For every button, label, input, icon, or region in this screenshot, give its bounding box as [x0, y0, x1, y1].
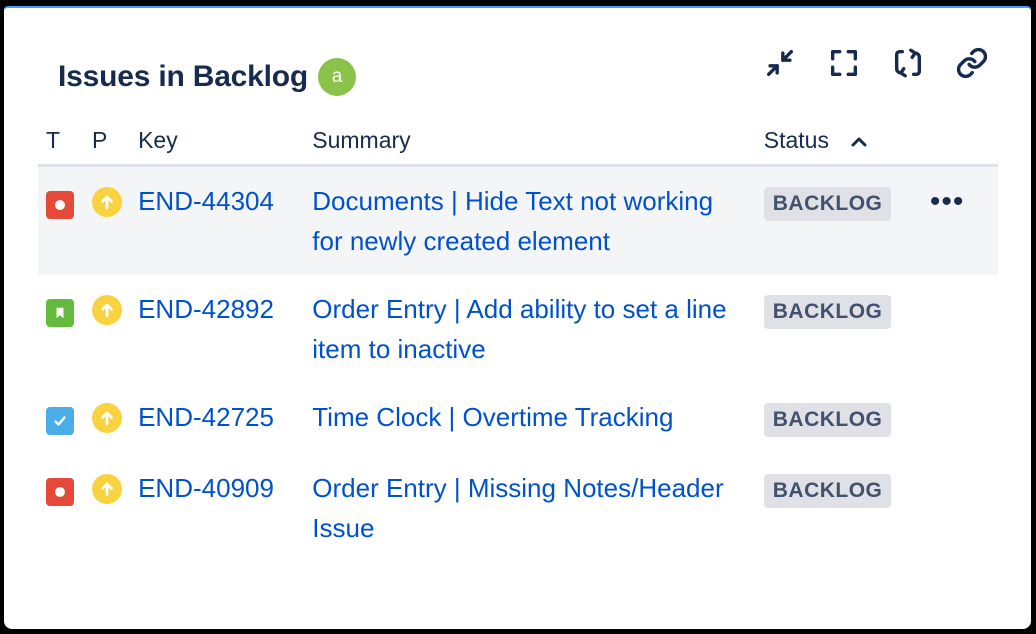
issue-type-cell [38, 383, 84, 454]
column-header-status[interactable]: Status [755, 116, 922, 167]
priority-cell [84, 165, 131, 275]
gadget-header: Issues in Backlog a [58, 58, 357, 96]
gadget-title: Issues in Backlog [58, 60, 309, 93]
refresh-icon[interactable] [889, 44, 927, 82]
priority-major-icon [92, 187, 123, 217]
priority-cell [84, 275, 130, 383]
actions-cell [922, 454, 998, 562]
column-header-priority[interactable]: P [84, 116, 131, 167]
story-icon [46, 299, 74, 327]
column-header-summary[interactable]: Summary [304, 116, 756, 167]
gadget-panel: Issues in Backlog a T P Key Summary Stat… [4, 6, 1031, 629]
maximize-icon[interactable] [825, 44, 863, 82]
status-badge: BACKLOG [763, 187, 892, 221]
table-row[interactable]: END-40909 Order Entry | Missing Notes/He… [38, 454, 998, 562]
status-badge: BACKLOG [763, 403, 892, 437]
priority-major-icon [92, 295, 123, 325]
issue-key-link[interactable]: END-42725 [130, 383, 304, 454]
sort-ascending-icon [851, 137, 867, 147]
table-row[interactable]: END-42892 Order Entry | Add ability to s… [38, 275, 998, 383]
status-cell: BACKLOG [756, 275, 922, 383]
bug-icon [46, 191, 74, 219]
table-row[interactable]: END-42725 Time Clock | Overtime Tracking… [38, 383, 998, 454]
issue-summary-link[interactable]: Time Clock | Overtime Tracking [304, 383, 755, 454]
column-header-key[interactable]: Key [130, 116, 305, 167]
issue-key-link[interactable]: END-40909 [130, 454, 304, 562]
status-badge: BACKLOG [763, 474, 892, 508]
priority-major-icon [92, 474, 123, 504]
status-badge: BACKLOG [763, 295, 892, 329]
table-row[interactable]: END-44304 Documents | Hide Text not work… [38, 165, 998, 275]
gadget-toolbar [761, 44, 991, 82]
issue-key-link[interactable]: END-42892 [130, 275, 304, 383]
actions-cell [922, 275, 998, 383]
issues-table: T P Key Summary Status END-44304 Documen… [38, 116, 998, 562]
column-header-status-label: Status [763, 126, 829, 153]
priority-major-icon [92, 403, 123, 433]
minimize-icon[interactable] [761, 44, 799, 82]
priority-cell [84, 383, 130, 454]
status-cell: BACKLOG [756, 454, 922, 562]
issue-type-cell [38, 165, 85, 275]
link-icon[interactable] [953, 44, 991, 82]
status-cell: BACKLOG [756, 383, 922, 454]
status-cell: BACKLOG [755, 165, 922, 275]
bug-icon [46, 478, 74, 506]
issue-type-cell [38, 275, 84, 383]
column-header-type[interactable]: T [38, 116, 85, 167]
issue-type-cell [38, 454, 84, 562]
issue-key-link[interactable]: END-44304 [130, 165, 305, 275]
column-header-actions [921, 116, 998, 167]
priority-cell [84, 454, 130, 562]
issue-summary-link[interactable]: Order Entry | Missing Notes/Header Issue [304, 454, 755, 562]
actions-cell [922, 383, 998, 454]
task-checkbox-icon [46, 407, 74, 435]
issue-summary-link[interactable]: Order Entry | Add ability to set a line … [304, 275, 755, 383]
issue-summary-link[interactable]: Documents | Hide Text not working for ne… [304, 165, 756, 275]
more-actions-icon[interactable]: ••• [930, 187, 965, 217]
table-header-row: T P Key Summary Status [38, 116, 998, 167]
actions-cell: ••• [921, 165, 998, 275]
avatar[interactable]: a [318, 58, 357, 96]
